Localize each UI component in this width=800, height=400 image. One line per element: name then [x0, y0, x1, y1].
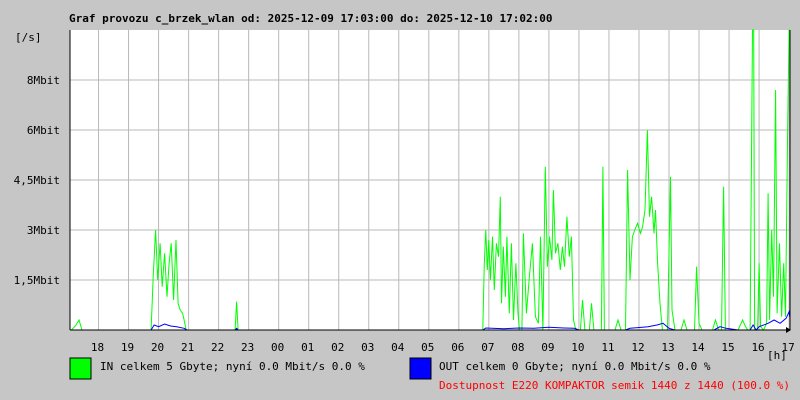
x-tick-label: 21: [181, 341, 194, 354]
x-tick-label: 22: [211, 341, 224, 354]
x-tick-label: 23: [241, 341, 254, 354]
legend-label-in: IN celkem 5 Gbyte; nyní 0.0 Mbit/s 0.0 %: [100, 360, 365, 373]
x-tick-label: 00: [271, 341, 284, 354]
x-tick-label: 07: [481, 341, 494, 354]
x-tick-label: 18: [91, 341, 104, 354]
legend-swatch-in: [69, 357, 92, 380]
y-tick-label: 4,5Mbit: [14, 174, 60, 187]
y-tick-label: 6Mbit: [27, 124, 60, 137]
x-tick-label: 17: [781, 341, 794, 354]
y-axis-label: [/s]: [15, 31, 42, 44]
x-tick-label: 13: [661, 341, 674, 354]
chart-title: Graf provozu c_brzek_wlan od: 2025-12-09…: [69, 12, 552, 25]
x-tick-label: 14: [691, 341, 705, 354]
x-tick-label: 11: [601, 341, 614, 354]
legend: IN celkem 5 Gbyte; nyní 0.0 Mbit/s 0.0 %…: [69, 357, 711, 380]
x-tick-label: 01: [301, 341, 314, 354]
x-tick-label: 06: [451, 341, 464, 354]
x-tick-label: 05: [421, 341, 434, 354]
x-tick-label: 08: [511, 341, 524, 354]
x-tick-label: 19: [121, 341, 134, 354]
legend-item-out: OUT celkem 0 Gbyte; nyní 0.0 Mbit/s 0.0 …: [409, 357, 711, 380]
traffic-chart-svg: Graf provozu c_brzek_wlan od: 2025-12-09…: [14, 12, 795, 392]
availability-note: Dostupnost E220 KOMPAKTOR semik 1440 z 1…: [439, 379, 790, 392]
x-tick-label: 12: [631, 341, 644, 354]
x-tick-label: 10: [571, 341, 584, 354]
legend-swatch-out: [409, 357, 432, 380]
x-tick-label: 02: [331, 341, 344, 354]
y-tick-label: 1,5Mbit: [14, 274, 60, 287]
y-tick-label: 8Mbit: [27, 74, 60, 87]
legend-label-out: OUT celkem 0 Gbyte; nyní 0.0 Mbit/s 0.0 …: [439, 360, 711, 373]
traffic-chart: Graf provozu c_brzek_wlan od: 2025-12-09…: [0, 0, 800, 400]
x-tick-label: 15: [721, 341, 734, 354]
x-tick-label: 16: [751, 341, 764, 354]
x-tick-label: 20: [151, 341, 164, 354]
x-tick-label: 03: [361, 341, 374, 354]
legend-item-in: IN celkem 5 Gbyte; nyní 0.0 Mbit/s 0.0 %: [69, 357, 365, 380]
y-tick-label: 3Mbit: [27, 224, 60, 237]
x-tick-label: 09: [541, 341, 554, 354]
x-tick-label: 04: [391, 341, 405, 354]
